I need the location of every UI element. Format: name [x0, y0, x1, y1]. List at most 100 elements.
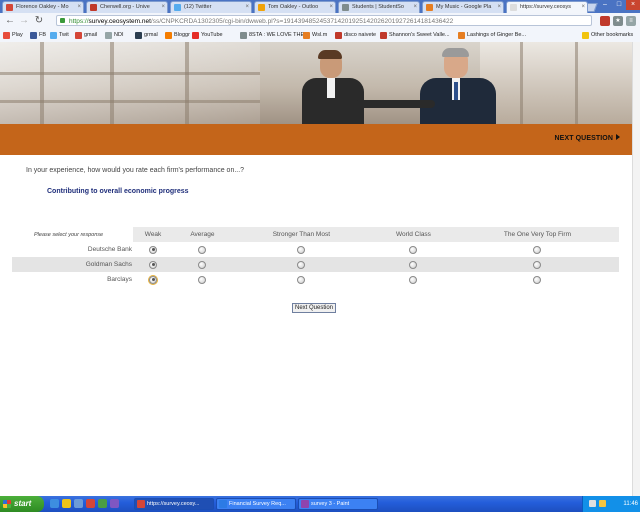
rating-radio[interactable] [409, 245, 418, 254]
rating-radio[interactable] [198, 260, 207, 269]
tab-favicon-icon [6, 4, 13, 11]
taskbar-app-icon [301, 500, 309, 508]
reload-icon[interactable]: ↻ [33, 15, 45, 27]
bookmark-item[interactable]: FB [30, 30, 46, 41]
start-button[interactable]: start [0, 496, 44, 512]
rating-cell [173, 257, 232, 272]
rating-cell [231, 257, 372, 272]
column-header-weak: Weak [133, 227, 174, 242]
system-tray: 11:46 [582, 496, 640, 512]
extension-icon[interactable] [600, 16, 610, 26]
start-label: start [14, 499, 32, 508]
tab-close-icon[interactable]: × [581, 2, 585, 13]
browser-tab[interactable]: My Music - Google Pla × [422, 1, 504, 13]
minimize-icon[interactable]: – [598, 0, 612, 10]
network-icon[interactable] [589, 500, 596, 507]
taskbar-window-button[interactable]: survey 3 - Paint [298, 498, 378, 510]
windows-logo-icon [3, 500, 11, 508]
url-host: survey.ceosystem.net [88, 18, 151, 25]
rating-radio[interactable] [533, 260, 542, 269]
bookmark-favicon-icon [3, 32, 10, 39]
rating-radio[interactable] [409, 260, 418, 269]
taskbar-app-icon [137, 500, 145, 508]
quicklaunch-desktop-icon[interactable] [74, 499, 83, 508]
tab-close-icon[interactable]: × [413, 2, 417, 13]
quicklaunch-folder-icon[interactable] [62, 499, 71, 508]
quicklaunch-chrome-icon[interactable] [86, 499, 95, 508]
bookmark-favicon-icon [240, 32, 247, 39]
bookmark-item[interactable]: NDI [105, 30, 123, 41]
tab-label: https://survey.ceosys [520, 4, 571, 10]
bookmark-item[interactable]: disco naivete [335, 30, 376, 41]
forward-icon[interactable]: → [18, 15, 30, 27]
bookmark-item[interactable]: Twit [50, 30, 69, 41]
tab-favicon-icon [510, 4, 517, 11]
star-icon[interactable]: ★ [613, 16, 623, 26]
taskbar-window-button[interactable]: Financial Survey Req... [216, 498, 296, 510]
quicklaunch-app-icon[interactable] [98, 499, 107, 508]
tab-label: Students | StudentSo [352, 4, 404, 10]
tab-favicon-icon [174, 4, 181, 11]
clock: 11:46 [623, 501, 638, 507]
rating-radio[interactable] [149, 275, 158, 284]
quicklaunch-media-icon[interactable] [110, 499, 119, 508]
bookmark-item[interactable]: Play [3, 30, 23, 41]
rating-radio[interactable] [297, 245, 306, 254]
browser-tab[interactable]: Florence Oakley - Mo × [2, 1, 84, 13]
menu-icon[interactable]: ≡ [626, 16, 636, 26]
rating-radio[interactable] [533, 245, 542, 254]
bookmark-item[interactable]: Lashings of Ginger Be... [458, 30, 526, 41]
rating-radio[interactable] [198, 245, 207, 254]
rating-radio[interactable] [297, 275, 306, 284]
bookmark-label: Lashings of Ginger Be... [467, 32, 527, 38]
volume-icon[interactable] [599, 500, 606, 507]
tab-label: (12) Twitter [184, 4, 212, 10]
tab-close-icon[interactable]: × [161, 2, 165, 13]
bookmark-item[interactable]: gmail [75, 30, 97, 41]
rating-radio[interactable] [533, 275, 542, 284]
bookmarks-bar: Play FB Twit gmail NDI grmal Bloggr YouTube 8STA… [0, 29, 640, 43]
bookmark-item[interactable]: Bloggr [165, 30, 190, 41]
rating-cell [173, 272, 232, 287]
page-scrollbar[interactable] [632, 42, 640, 496]
bookmark-item[interactable]: grmal [135, 30, 158, 41]
tab-close-icon[interactable]: × [497, 2, 501, 13]
back-icon[interactable]: ← [4, 15, 16, 27]
rating-radio[interactable] [409, 275, 418, 284]
rating-radio[interactable] [198, 275, 207, 284]
rating-radio[interactable] [149, 245, 158, 254]
rating-radio[interactable] [297, 260, 306, 269]
close-window-icon[interactable]: × [626, 0, 640, 10]
rating-cell [133, 272, 173, 287]
bookmark-item[interactable]: Shannon's Sweet Valle... [380, 30, 450, 41]
tab-close-icon[interactable]: × [77, 2, 81, 13]
rating-cell [232, 242, 371, 257]
address-bar[interactable]: https://survey.ceosystem.net/ss/CNPKCRDA… [56, 15, 592, 26]
quicklaunch-ie-icon[interactable] [50, 499, 59, 508]
browser-tab[interactable]: Students | StudentSo × [338, 1, 420, 13]
next-question-button[interactable]: Next Question [292, 303, 337, 313]
tab-favicon-icon [90, 4, 97, 11]
browser-tab[interactable]: https://survey.ceosys × [506, 1, 588, 13]
tab-close-icon[interactable]: × [245, 2, 249, 13]
tab-close-icon[interactable]: × [329, 2, 333, 13]
maximize-icon[interactable]: □ [612, 0, 626, 10]
tab-favicon-icon [342, 4, 349, 11]
bookmark-label: FB [39, 32, 47, 38]
bookmark-item[interactable]: Other bookmarks [582, 30, 633, 41]
browser-tab[interactable]: Cherwell.org - Unive × [86, 1, 168, 13]
arrow-right-icon [616, 134, 620, 140]
taskbar-window-button[interactable]: https://survey.ceosy... [134, 498, 214, 510]
rating-radio[interactable] [149, 260, 158, 269]
next-question-link[interactable]: NEXT QUESTION [555, 134, 620, 142]
tab-label: Florence Oakley - Mo [16, 4, 69, 10]
bookmark-item[interactable]: 8STA : WE LOVE THE ... [240, 30, 310, 41]
bookmark-item[interactable]: YouTube [192, 30, 223, 41]
bookmark-favicon-icon [50, 32, 57, 39]
taskbar-window-label: https://survey.ceosy... [147, 501, 200, 507]
browser-tab[interactable]: Tom Oakley - Outloo × [254, 1, 336, 13]
browser-tab[interactable]: (12) Twitter × [170, 1, 252, 13]
row-firm-label: Barclays [107, 276, 132, 283]
bookmark-item[interactable]: Wsl.m [303, 30, 327, 41]
bookmark-favicon-icon [458, 32, 465, 39]
